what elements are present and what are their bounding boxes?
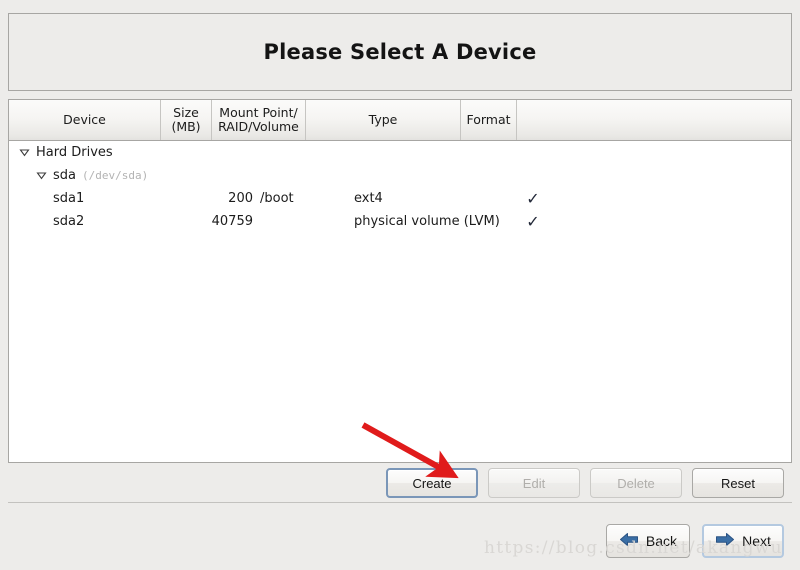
column-header-device-label: Device	[63, 112, 106, 127]
device-cell: sda1	[53, 191, 205, 206]
column-header-filler	[517, 100, 791, 140]
column-header-format[interactable]: Format	[461, 100, 517, 140]
edit-button[interactable]: Edit	[488, 468, 580, 498]
title-panel: Please Select A Device	[8, 13, 792, 91]
device-table-panel: Device Size (MB) Mount Point/ RAID/Volum…	[8, 99, 792, 463]
column-header-mount-label-line1: Mount Point/	[219, 105, 298, 120]
table-row[interactable]: sda (/dev/sda)	[9, 164, 791, 187]
edit-button-label: Edit	[522, 475, 546, 491]
watermark-text: https://blog.csdn.net/akangwu	[484, 538, 783, 558]
device-name: sda1	[53, 191, 85, 206]
column-header-size-label-line1: Size	[173, 105, 199, 120]
horizontal-separator	[8, 502, 792, 503]
delete-button[interactable]: Delete	[590, 468, 682, 498]
column-header-type[interactable]: Type	[306, 100, 461, 140]
column-header-size-label-line2: (MB)	[171, 119, 201, 134]
column-header-type-label: Type	[368, 112, 398, 127]
device-path: (/dev/sda)	[82, 169, 149, 182]
mount-cell: /boot	[260, 191, 294, 206]
device-cell: Hard Drives	[19, 145, 171, 160]
size-cell: 200	[228, 191, 253, 206]
table-row[interactable]: Hard Drives	[9, 141, 791, 164]
column-header-mount-point[interactable]: Mount Point/ RAID/Volume	[212, 100, 306, 140]
page-title: Please Select A Device	[263, 40, 537, 64]
reset-button-label: Reset	[721, 475, 755, 491]
column-header-device[interactable]: Device	[9, 100, 161, 140]
reset-button[interactable]: Reset	[692, 468, 784, 498]
table-header-row: Device Size (MB) Mount Point/ RAID/Volum…	[9, 100, 791, 141]
device-cell: sda (/dev/sda)	[36, 168, 188, 183]
format-check-icon: ✓	[526, 188, 540, 208]
create-button[interactable]: Create	[386, 468, 478, 498]
column-header-format-label: Format	[466, 112, 511, 127]
column-header-size[interactable]: Size (MB)	[161, 100, 212, 140]
column-header-mount-label-line2: RAID/Volume	[218, 119, 299, 134]
table-row[interactable]: sda1 200 /boot ext4 ✓	[9, 187, 791, 210]
type-cell: physical volume (LVM)	[354, 214, 500, 229]
table-row[interactable]: sda2 40759 physical volume (LVM) ✓	[9, 210, 791, 233]
size-cell: 40759	[211, 214, 253, 229]
format-check-icon: ✓	[526, 211, 540, 231]
triangle-down-icon[interactable]	[36, 170, 47, 181]
device-cell: sda2	[53, 214, 205, 229]
delete-button-label: Delete	[617, 475, 655, 491]
device-tree-body: Hard Drives sda (/dev/sda) sda1 200 /boo…	[9, 141, 791, 462]
triangle-down-icon[interactable]	[19, 147, 30, 158]
device-name: Hard Drives	[36, 145, 113, 160]
action-button-row: Create Edit Delete Reset	[0, 466, 792, 500]
device-name: sda	[53, 168, 76, 183]
type-cell: ext4	[354, 191, 383, 206]
create-button-label: Create	[412, 475, 452, 491]
device-name: sda2	[53, 214, 85, 229]
